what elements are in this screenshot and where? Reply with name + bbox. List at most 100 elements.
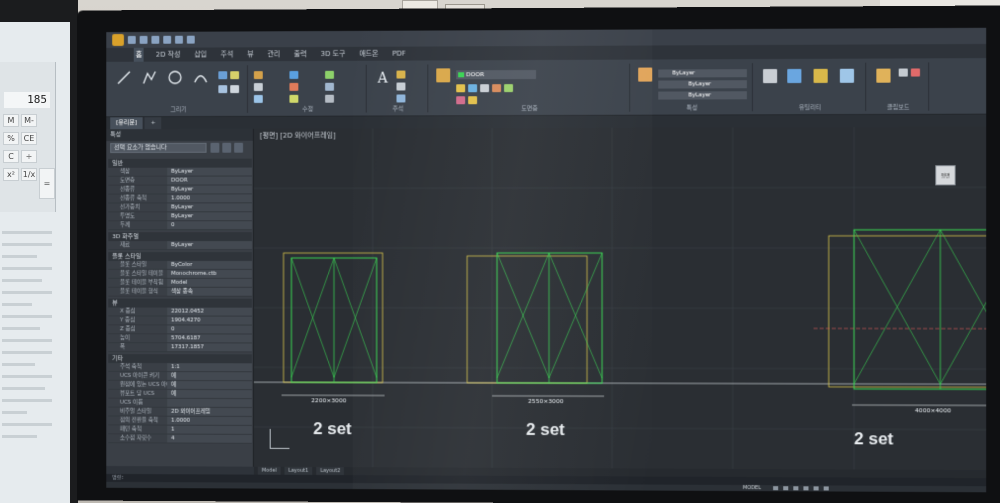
- property-row[interactable]: 선종류 ByLayer: [108, 185, 252, 195]
- property-value[interactable]: 2D 와이어프레임: [167, 407, 252, 416]
- property-value[interactable]: 예: [167, 372, 252, 381]
- properties-section-header[interactable]: 뷰: [108, 298, 252, 308]
- property-row[interactable]: 플롯 테이블 부착됨 Model: [108, 278, 252, 288]
- calculator-key[interactable]: %: [3, 132, 19, 145]
- rotate-icon[interactable]: [289, 70, 299, 79]
- property-value[interactable]: ByLayer: [167, 212, 252, 221]
- lineweight-toggle-icon[interactable]: [823, 486, 829, 491]
- linetype-dropdown[interactable]: ByLayer: [658, 80, 747, 89]
- select-objects-icon[interactable]: [222, 142, 232, 153]
- tab-model[interactable]: Model: [257, 466, 281, 475]
- layer-properties-icon[interactable]: [436, 68, 451, 83]
- tab-layout2[interactable]: Layout2: [316, 466, 345, 476]
- property-row[interactable]: 높이 5704.6187: [108, 334, 252, 344]
- circle-icon[interactable]: [167, 69, 183, 85]
- property-row[interactable]: 플롯 스타일 테이블 Monochrome.ctb: [108, 269, 252, 279]
- layer-on-icon[interactable]: [456, 84, 466, 93]
- property-row[interactable]: 색상 ByLayer: [108, 167, 252, 177]
- property-row[interactable]: 선가중치 ByLayer: [108, 203, 252, 213]
- property-value[interactable]: 1.0000: [167, 194, 252, 203]
- property-value[interactable]: [167, 398, 252, 408]
- ellipse-icon[interactable]: [218, 85, 228, 94]
- property-value[interactable]: DOOR: [167, 176, 252, 185]
- calculator-key[interactable]: CE: [21, 132, 37, 145]
- toggle-pickadd-icon[interactable]: [210, 142, 220, 153]
- undo-icon[interactable]: [175, 35, 183, 44]
- drawing-canvas[interactable]: [평면] [2D 와이어프레임] 평면 2200×3000 2550×3000 …: [253, 126, 987, 471]
- point-icon[interactable]: [230, 85, 240, 94]
- grid-toggle-icon[interactable]: [773, 486, 779, 491]
- property-value[interactable]: 0: [167, 325, 252, 334]
- layer-dropdown[interactable]: DOOR: [456, 70, 537, 80]
- calculator-key-equals[interactable]: =: [39, 168, 55, 199]
- table-icon[interactable]: [396, 94, 406, 103]
- redo-icon[interactable]: [186, 35, 195, 44]
- properties-section-header[interactable]: 3D 화주얼: [108, 232, 252, 242]
- app-logo-icon[interactable]: [112, 34, 124, 46]
- calculator-key[interactable]: ÷: [21, 150, 37, 163]
- mirror-icon[interactable]: [289, 82, 299, 91]
- layer-match-icon[interactable]: [492, 84, 502, 93]
- model-space-toggle[interactable]: MODEL: [743, 485, 761, 491]
- tab-view[interactable]: 뷰: [245, 47, 255, 61]
- tab-addons[interactable]: 애드온: [357, 47, 380, 61]
- layer-freeze-icon[interactable]: [468, 84, 478, 93]
- property-row[interactable]: 주석 축척 1:1: [108, 362, 252, 373]
- cut-icon[interactable]: [910, 68, 921, 77]
- tab-layout1[interactable]: Layout1: [284, 466, 313, 475]
- property-row[interactable]: X 중심 22012.0452: [108, 307, 252, 317]
- property-row[interactable]: 재료 ByLayer: [108, 241, 252, 251]
- property-value[interactable]: 22012.0452: [167, 307, 252, 316]
- paste-icon[interactable]: [876, 68, 891, 83]
- block-insert-icon[interactable]: [813, 68, 828, 83]
- tab-pdf[interactable]: PDF: [390, 47, 408, 61]
- property-value[interactable]: ByLayer: [167, 203, 252, 212]
- open-file-icon[interactable]: [139, 35, 148, 44]
- lineweight-dropdown[interactable]: ByLayer: [658, 91, 747, 100]
- tab-output[interactable]: 출력: [292, 47, 309, 61]
- calculator-key[interactable]: M: [3, 114, 19, 127]
- text-icon[interactable]: A: [375, 69, 391, 85]
- array-icon[interactable]: [325, 94, 334, 103]
- calculator-key[interactable]: x²: [3, 168, 19, 181]
- trim-icon[interactable]: [325, 70, 334, 79]
- move-icon[interactable]: [253, 71, 263, 80]
- property-value[interactable]: ByLayer: [167, 167, 252, 176]
- quick-select-icon[interactable]: [839, 68, 855, 83]
- save-icon[interactable]: [151, 35, 160, 44]
- copy-icon[interactable]: [253, 83, 263, 92]
- print-icon[interactable]: [163, 35, 172, 44]
- property-row[interactable]: Y 중심 1904.4270: [108, 316, 252, 326]
- property-value[interactable]: ByLayer: [167, 241, 252, 250]
- property-value[interactable]: 17317.1857: [167, 343, 252, 352]
- property-row[interactable]: Z 중심 0: [108, 325, 252, 335]
- polyline-icon[interactable]: [142, 70, 158, 86]
- tab-manage[interactable]: 관리: [265, 47, 282, 61]
- ortho-toggle-icon[interactable]: [793, 486, 799, 491]
- snap-toggle-icon[interactable]: [783, 486, 789, 491]
- property-row[interactable]: 플롯 스타일 ByColor: [108, 260, 252, 270]
- rectangle-icon[interactable]: [218, 71, 228, 80]
- properties-section-header[interactable]: 일반: [108, 158, 252, 168]
- group-icon[interactable]: [787, 68, 802, 84]
- scale-icon[interactable]: [289, 94, 299, 103]
- property-value[interactable]: Monochrome.ctb: [167, 269, 252, 278]
- tab-3d-tools[interactable]: 3D 도구: [319, 47, 348, 61]
- tab-annotate[interactable]: 주석: [219, 47, 236, 61]
- property-row[interactable]: 두께 0: [108, 221, 252, 231]
- property-value[interactable]: 1.0000: [167, 416, 252, 425]
- property-row[interactable]: 뷰포트 당 UCS 예: [108, 389, 252, 400]
- property-value[interactable]: 0: [167, 221, 252, 230]
- property-row[interactable]: 플롯 테이블 형식 색상 종속: [108, 287, 252, 297]
- leader-icon[interactable]: [396, 82, 406, 91]
- property-value[interactable]: 5704.6187: [167, 334, 252, 343]
- property-row[interactable]: 선종류 축척 1.0000: [108, 194, 252, 204]
- arc-icon[interactable]: [193, 69, 209, 85]
- property-row[interactable]: UCS 이름: [108, 398, 252, 409]
- tab-insert[interactable]: 삽입: [192, 48, 209, 62]
- color-dropdown[interactable]: ByLayer: [658, 69, 747, 78]
- properties-section-header[interactable]: 기타: [108, 354, 252, 364]
- calculator-key[interactable]: M-: [21, 114, 37, 127]
- stretch-icon[interactable]: [253, 94, 263, 103]
- property-value[interactable]: 색상 종속: [167, 287, 252, 296]
